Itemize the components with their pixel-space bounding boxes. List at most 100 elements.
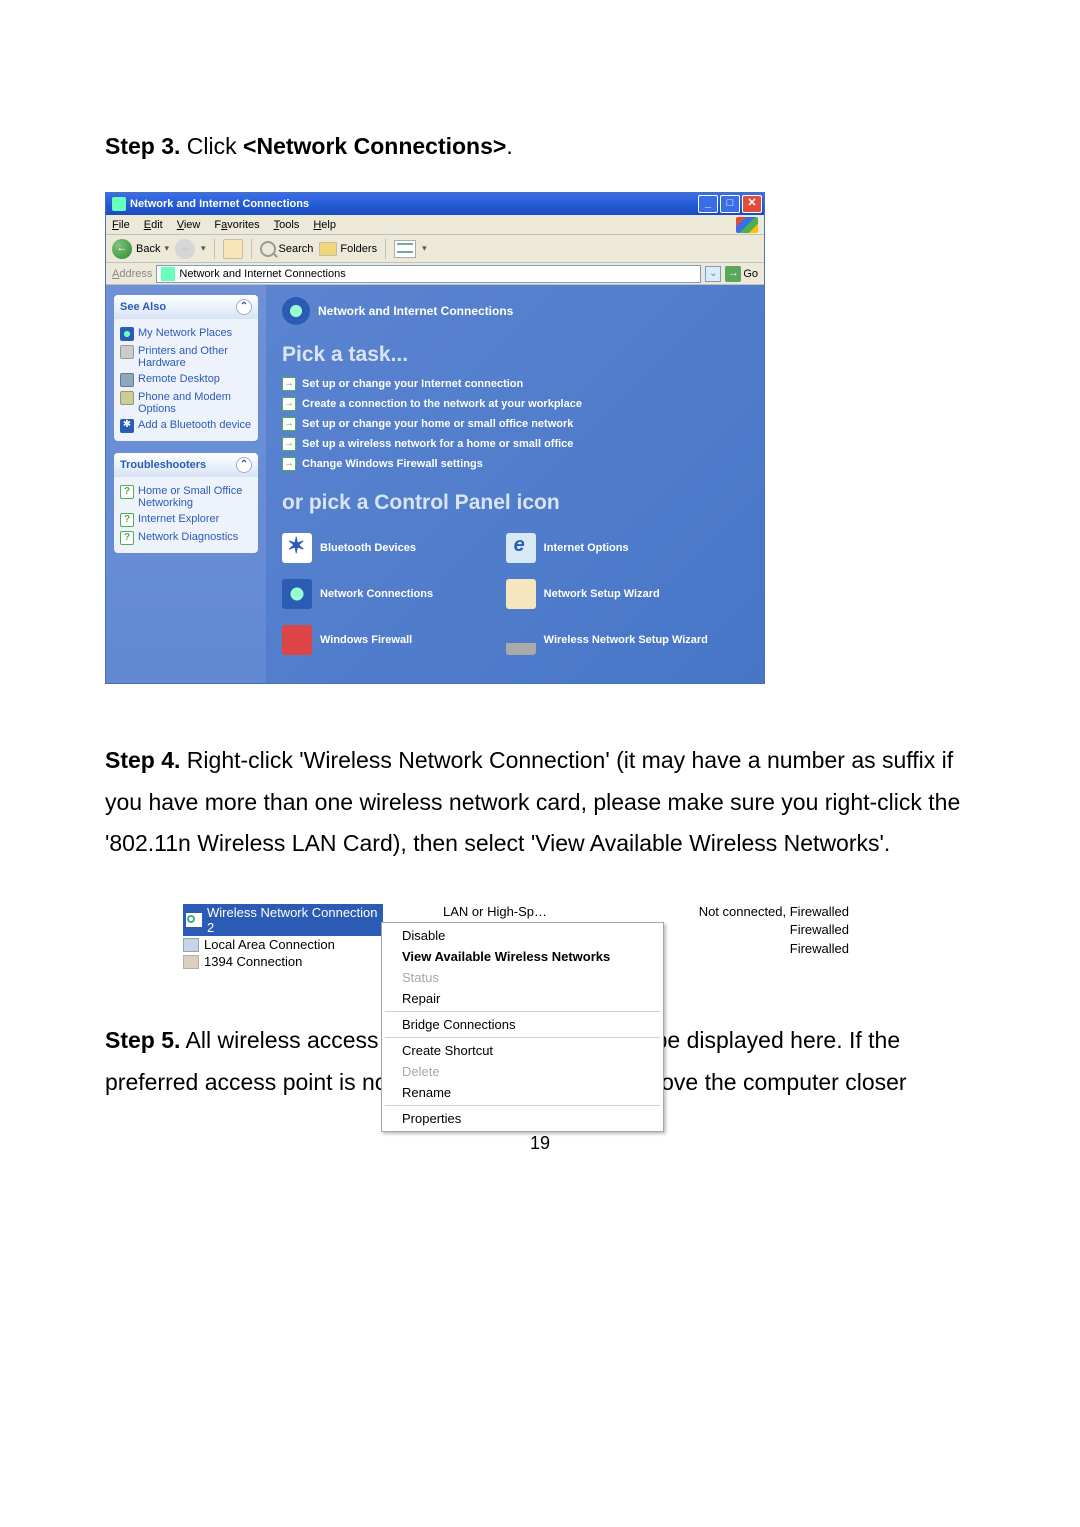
search-icon [260,241,276,257]
folder-icon [319,242,337,256]
sidebar-link[interactable]: My Network Places [120,325,252,343]
main-content: Network and Internet Connections Pick a … [266,285,764,683]
maximize-button[interactable]: □ [720,195,740,213]
window-title: Network and Internet Connections [130,198,698,210]
cp-icon-windows-firewall[interactable]: Windows Firewall [282,625,506,655]
menubar: File Edit View Favorites Tools Help [106,215,764,235]
menu-item-bridge-connections[interactable]: Bridge Connections [384,1014,661,1035]
sidebar-link-label: Home or Small Office Networking [138,485,252,509]
category-title: Network and Internet Connections [318,304,513,318]
task-link[interactable]: → Create a connection to the network at y… [282,397,748,411]
menu-favorites[interactable]: Favorites [214,219,259,231]
task-label: Set up or change your Internet connectio… [302,378,523,390]
menu-item-rename[interactable]: Rename [384,1082,661,1103]
conn-status: Firewalled [790,941,849,956]
sidebar-link[interactable]: Phone and Modem Options [120,389,252,417]
context-menu-screenshot: Wireless Network Connection 2 Local Area… [183,904,849,970]
context-menu: DisableView Available Wireless NetworksS… [381,922,664,1132]
close-button[interactable]: ✕ [742,195,762,213]
back-arrow-icon: ← [112,239,132,259]
address-input[interactable]: Network and Internet Connections [156,265,701,283]
sidebar-link[interactable]: ?Network Diagnostics [120,529,252,547]
step3-line: Step 3. Click <Network Connections>. [105,130,975,162]
cp-label: Wireless Network Setup Wizard [544,634,708,646]
sidebar-link-label: Remote Desktop [138,373,220,385]
task-arrow-icon: → [282,417,296,431]
cp-icon-bluetooth-devices[interactable]: Bluetooth Devices [282,533,506,563]
menu-help[interactable]: Help [313,219,336,231]
conn-status: Firewalled [790,922,849,937]
task-link[interactable]: →Set up or change your home or small off… [282,417,748,431]
panel-trouble-header[interactable]: Troubleshooters ⌃ [114,453,258,477]
connection-1394[interactable]: 1394 Connection [183,953,383,970]
xp-window: Network and Internet Connections _ □ ✕ F… [105,192,765,684]
task-link[interactable]: →Change Windows Firewall settings [282,457,748,471]
conn-type: LAN or High-Sp… [443,904,547,919]
sidebar-link[interactable]: Printers and Other Hardware [120,343,252,371]
address-dropdown-button[interactable]: ⌄ [705,266,721,282]
cp-icon-network-setup-wizard[interactable]: Network Setup Wizard [506,579,730,609]
forward-dropdown-icon: ▾ [201,243,206,254]
menu-separator [385,1105,660,1106]
connection-lan[interactable]: Local Area Connection [183,936,383,953]
task-arrow-icon: → [282,457,296,471]
menu-item-delete: Delete [384,1061,661,1082]
menu-file[interactable]: File [112,219,130,231]
views-dropdown-icon: ▾ [422,243,427,254]
conn-label: Wireless Network Connection 2 [207,905,380,935]
sidebar: See Also ⌃ My Network PlacesPrinters and… [106,285,266,683]
sidebar-link[interactable]: ? Internet Explorer [120,511,252,529]
sidebar-link[interactable]: Remote Desktop [120,371,252,389]
help-icon: ? [120,485,134,499]
task-link[interactable]: →Set up a wireless network for a home or… [282,437,748,451]
sidebar-link-label: Add a Bluetooth device [138,419,251,431]
menu-item-status: Status [384,967,661,988]
step3-prefix: Step 3. [105,133,180,159]
minimize-button[interactable]: _ [698,195,718,213]
forward-button[interactable]: → [175,239,195,259]
cp-label: Network Connections [320,588,433,600]
cp-icon-internet-options[interactable]: Internet Options [506,533,730,563]
windows-flag-icon [736,217,758,233]
sidebar-link-label: Internet Explorer [138,513,219,525]
go-button[interactable]: → Go [725,266,758,282]
panel-see-also-header[interactable]: See Also ⌃ [114,295,258,319]
cp-icon-wireless-network-setup-wizard[interactable]: Wireless Network Setup Wizard [506,625,730,655]
step4-prefix: Step 4. [105,747,180,773]
cp-label: Internet Options [544,542,629,554]
cp-icon-network-connections[interactable]: Network Connections [282,579,506,609]
panel-trouble-title: Troubleshooters [120,459,206,471]
step3-bold: <Network Connections> [243,133,506,159]
help-icon: ? [120,513,134,527]
toolbar-separator [214,239,215,259]
remote-icon [120,373,134,387]
printer-icon [120,345,134,359]
or-pick-heading: or pick a Control Panel icon [282,491,748,515]
up-button[interactable] [223,239,243,259]
connection-wireless[interactable]: Wireless Network Connection 2 [183,904,383,936]
io-icon [506,533,536,563]
menu-item-create-shortcut[interactable]: Create Shortcut [384,1040,661,1061]
menu-view[interactable]: View [177,219,201,231]
menu-tools[interactable]: Tools [274,219,300,231]
step4-text: Right-click 'Wireless Network Connection… [105,747,960,856]
task-arrow-icon: → [282,397,296,411]
cp-label: Bluetooth Devices [320,542,416,554]
go-arrow-icon: → [725,266,741,282]
lan-icon [183,938,199,952]
search-button[interactable]: Search [260,241,314,257]
back-button[interactable]: ← Back ▾ [112,239,169,259]
task-label: Create a connection to the network at yo… [302,398,582,410]
sidebar-link[interactable]: ? Home or Small Office Networking [120,483,252,511]
menu-item-disable[interactable]: Disable [384,925,661,946]
task-link[interactable]: →Set up or change your Internet connecti… [282,377,748,391]
sidebar-link[interactable]: ✱Add a Bluetooth device [120,417,252,435]
step3-text: Click [180,133,243,159]
menu-item-view-available-wireless-networks[interactable]: View Available Wireless Networks [384,946,661,967]
menu-item-repair[interactable]: Repair [384,988,661,1009]
menu-item-properties[interactable]: Properties [384,1108,661,1129]
views-button[interactable] [394,240,416,258]
menu-edit[interactable]: Edit [144,219,163,231]
folders-button[interactable]: Folders [319,242,377,256]
panel-see-also-title: See Also [120,301,166,313]
